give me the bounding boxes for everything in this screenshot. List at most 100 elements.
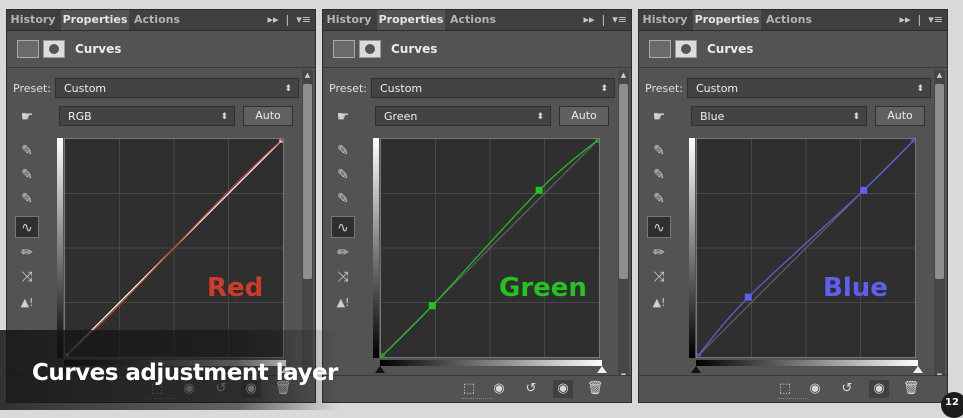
reset-icon[interactable]: ↺: [837, 380, 857, 398]
divider: [639, 67, 947, 68]
black-point-slider[interactable]: [691, 366, 701, 373]
curves-adjustment-icon[interactable]: [333, 40, 355, 58]
smooth-icon[interactable]: ⤨: [647, 266, 671, 288]
clip-to-layer-icon[interactable]: ⬚: [775, 380, 795, 398]
channel-value: Green: [384, 110, 418, 123]
preset-label: Preset:: [13, 82, 52, 95]
auto-button[interactable]: Auto: [559, 106, 609, 126]
tab-properties[interactable]: Properties: [377, 10, 445, 30]
tab-actions[interactable]: Actions: [763, 10, 815, 30]
updown-arrow-icon: ⬍: [220, 112, 228, 122]
channel-overlay-label: Red: [207, 273, 264, 303]
tab-actions[interactable]: Actions: [447, 10, 499, 30]
updown-arrow-icon: ⬍: [600, 84, 608, 94]
output-gradient: [57, 138, 63, 358]
scroll-thumb[interactable]: [935, 84, 944, 279]
curves-adjustment-icon[interactable]: [17, 40, 39, 58]
curve-graph[interactable]: [380, 138, 600, 358]
panel-title: Curves: [391, 42, 438, 56]
eyedropper-gray-icon[interactable]: ✎: [15, 164, 39, 186]
divider: [323, 67, 631, 68]
eyedropper-black-icon[interactable]: ✎: [15, 140, 39, 162]
eyedropper-gray-icon[interactable]: ✎: [647, 164, 671, 186]
corner-badge: 12: [941, 392, 963, 418]
panel-menu-icon[interactable]: ▸▸ | ▾≡: [268, 10, 311, 30]
hand-adjust-icon[interactable]: ☛: [15, 106, 39, 128]
eyedropper-gray-icon[interactable]: ✎: [331, 164, 355, 186]
channel-select[interactable]: Blue ⬍: [691, 106, 867, 126]
channel-select[interactable]: Green ⬍: [375, 106, 551, 126]
tab-history[interactable]: History: [639, 10, 691, 30]
panel-title: Curves: [75, 42, 122, 56]
curve-edit-icon[interactable]: ∿: [647, 216, 671, 238]
panel-menu-icon[interactable]: ▸▸ | ▾≡: [900, 10, 943, 30]
eyedropper-white-icon[interactable]: ✎: [647, 188, 671, 210]
scrollbar[interactable]: ▲▼: [934, 70, 945, 382]
smooth-icon[interactable]: ⤨: [15, 266, 39, 288]
updown-arrow-icon: ⬍: [916, 84, 924, 94]
auto-button[interactable]: Auto: [875, 106, 925, 126]
eyedropper-black-icon[interactable]: ✎: [331, 140, 355, 162]
pencil-icon[interactable]: ✏: [15, 242, 39, 264]
white-point-slider[interactable]: [597, 366, 607, 373]
scroll-thumb[interactable]: [619, 84, 628, 279]
tab-history[interactable]: History: [7, 10, 59, 30]
layer-mask-icon[interactable]: [675, 40, 697, 58]
clipping-warning-icon[interactable]: ▲!: [15, 292, 39, 314]
resize-grip[interactable]: [778, 398, 808, 401]
preset-select[interactable]: Custom ⬍: [371, 78, 615, 98]
visibility-icon[interactable]: ◉: [869, 380, 889, 398]
scroll-up-icon[interactable]: ▲: [302, 70, 313, 81]
hand-adjust-icon[interactable]: ☛: [647, 106, 671, 128]
tab-history[interactable]: History: [323, 10, 375, 30]
tab-properties[interactable]: Properties: [693, 10, 761, 30]
preset-select[interactable]: Custom ⬍: [687, 78, 931, 98]
curves-adjustment-icon[interactable]: [649, 40, 671, 58]
resize-grip[interactable]: [462, 398, 492, 401]
channel-select[interactable]: RGB ⬍: [59, 106, 235, 126]
pencil-icon[interactable]: ✏: [647, 242, 671, 264]
channel-overlay-label: Blue: [823, 273, 888, 303]
curve-edit-icon[interactable]: ∿: [331, 216, 355, 238]
curve-edit-icon[interactable]: ∿: [15, 216, 39, 238]
view-previous-icon[interactable]: ◉: [489, 380, 509, 398]
black-point-slider[interactable]: [375, 366, 385, 373]
input-gradient: [380, 360, 602, 366]
curve-graph[interactable]: [696, 138, 916, 358]
channel-value: RGB: [68, 110, 92, 123]
preset-value: Custom: [64, 82, 107, 95]
tab-actions[interactable]: Actions: [131, 10, 183, 30]
smooth-icon[interactable]: ⤨: [331, 266, 355, 288]
layer-mask-icon[interactable]: [43, 40, 65, 58]
clipping-warning-icon[interactable]: ▲!: [647, 292, 671, 314]
auto-button[interactable]: Auto: [243, 106, 293, 126]
curve-control-point: [428, 302, 436, 310]
white-point-slider[interactable]: [913, 366, 923, 373]
clipping-warning-icon[interactable]: ▲!: [331, 292, 355, 314]
divider: [7, 67, 315, 68]
curve-control-point: [860, 186, 868, 194]
hand-adjust-icon[interactable]: ☛: [331, 106, 355, 128]
scroll-up-icon[interactable]: ▲: [934, 70, 945, 81]
tab-bar: History Properties Actions ▸▸ | ▾≡: [639, 10, 947, 31]
delete-icon[interactable]: 🗑: [585, 380, 605, 398]
preset-select[interactable]: Custom ⬍: [55, 78, 299, 98]
delete-icon[interactable]: 🗑: [901, 380, 921, 398]
curve-graph[interactable]: [64, 138, 284, 358]
eyedropper-white-icon[interactable]: ✎: [331, 188, 355, 210]
reset-icon[interactable]: ↺: [521, 380, 541, 398]
scrollbar[interactable]: ▲▼: [618, 70, 629, 382]
scroll-up-icon[interactable]: ▲: [618, 70, 629, 81]
eyedropper-white-icon[interactable]: ✎: [15, 188, 39, 210]
view-previous-icon[interactable]: ◉: [805, 380, 825, 398]
updown-arrow-icon: ⬍: [284, 84, 292, 94]
channel-value: Blue: [700, 110, 725, 123]
clip-to-layer-icon[interactable]: ⬚: [459, 380, 479, 398]
visibility-icon[interactable]: ◉: [553, 380, 573, 398]
pencil-icon[interactable]: ✏: [331, 242, 355, 264]
scroll-thumb[interactable]: [303, 84, 312, 279]
eyedropper-black-icon[interactable]: ✎: [647, 140, 671, 162]
panel-menu-icon[interactable]: ▸▸ | ▾≡: [584, 10, 627, 30]
layer-mask-icon[interactable]: [359, 40, 381, 58]
tab-properties[interactable]: Properties: [61, 10, 129, 30]
